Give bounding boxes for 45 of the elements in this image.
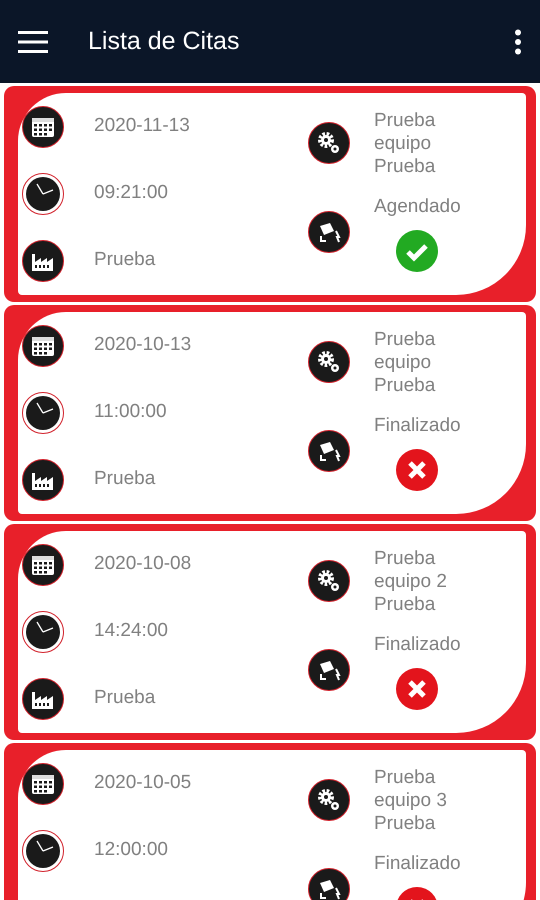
security-camera-icon: [308, 649, 350, 692]
clock-icon: [22, 392, 64, 434]
time-text: 11:00:00: [94, 400, 167, 424]
more-options-icon[interactable]: [514, 28, 522, 54]
security-camera-icon: [308, 430, 350, 472]
time-text: 14:24:00: [94, 619, 168, 644]
equipment-text: Prueba equipo Prueba: [374, 108, 436, 178]
plant-text: Prueba: [94, 248, 156, 272]
factory-icon: [22, 458, 64, 500]
date-text: 2020-10-08: [94, 552, 192, 576]
date-text: 2020-10-05: [94, 771, 192, 796]
appointment-card[interactable]: 2020-10-08 14:24:00 Prueba Prueba equipo 2 Prueba Finalizado: [4, 524, 536, 740]
menu-icon[interactable]: [18, 30, 48, 52]
calendar-icon: [22, 324, 64, 366]
date-text: 2020-10-13: [94, 333, 192, 358]
status-text: Finalizado: [374, 414, 461, 438]
app-title: Lista de Citas: [88, 26, 240, 57]
equipment-text: Prueba equipo 3 Prueba: [374, 766, 447, 834]
clock-icon: [22, 610, 64, 652]
equipment-text: Prueba equipo Prueba: [374, 328, 436, 396]
status-text: Agendado: [374, 195, 461, 219]
gears-icon: [308, 560, 350, 602]
plant-text: Prueba: [94, 467, 156, 492]
status-text: Finalizado: [374, 633, 461, 657]
security-camera-icon: [308, 211, 350, 254]
status-text: Finalizado: [374, 852, 461, 876]
security-camera-icon: [308, 868, 350, 900]
gears-icon: [308, 341, 350, 383]
time-text: 12:00:00: [94, 838, 168, 862]
factory-icon: [22, 240, 64, 282]
date-text: 2020-11-13: [94, 114, 190, 138]
calendar-icon: [22, 544, 64, 586]
calendar-icon: [22, 762, 64, 804]
equipment-text: Prueba equipo 2 Prueba: [374, 546, 447, 616]
plant-text: Prueba: [94, 686, 156, 710]
gears-icon: [308, 122, 350, 164]
appointment-card[interactable]: 2020-11-13 09:21:00 Prueba Prueba equipo Prueba Agendado: [4, 86, 536, 302]
clock-icon: [22, 172, 64, 214]
appointment-card[interactable]: 2020-10-13 11:00:00 Prueba Prueba equipo Prueba Finalizado: [4, 305, 536, 521]
gears-icon: [308, 779, 350, 821]
clock-icon: [22, 830, 64, 872]
appointment-card[interactable]: 2020-10-05 12:00:00 Prueba equipo 3 Prueba Finalizado: [4, 743, 536, 900]
calendar-icon: [22, 106, 64, 148]
factory-icon: [22, 678, 64, 720]
time-text: 09:21:00: [94, 181, 168, 206]
